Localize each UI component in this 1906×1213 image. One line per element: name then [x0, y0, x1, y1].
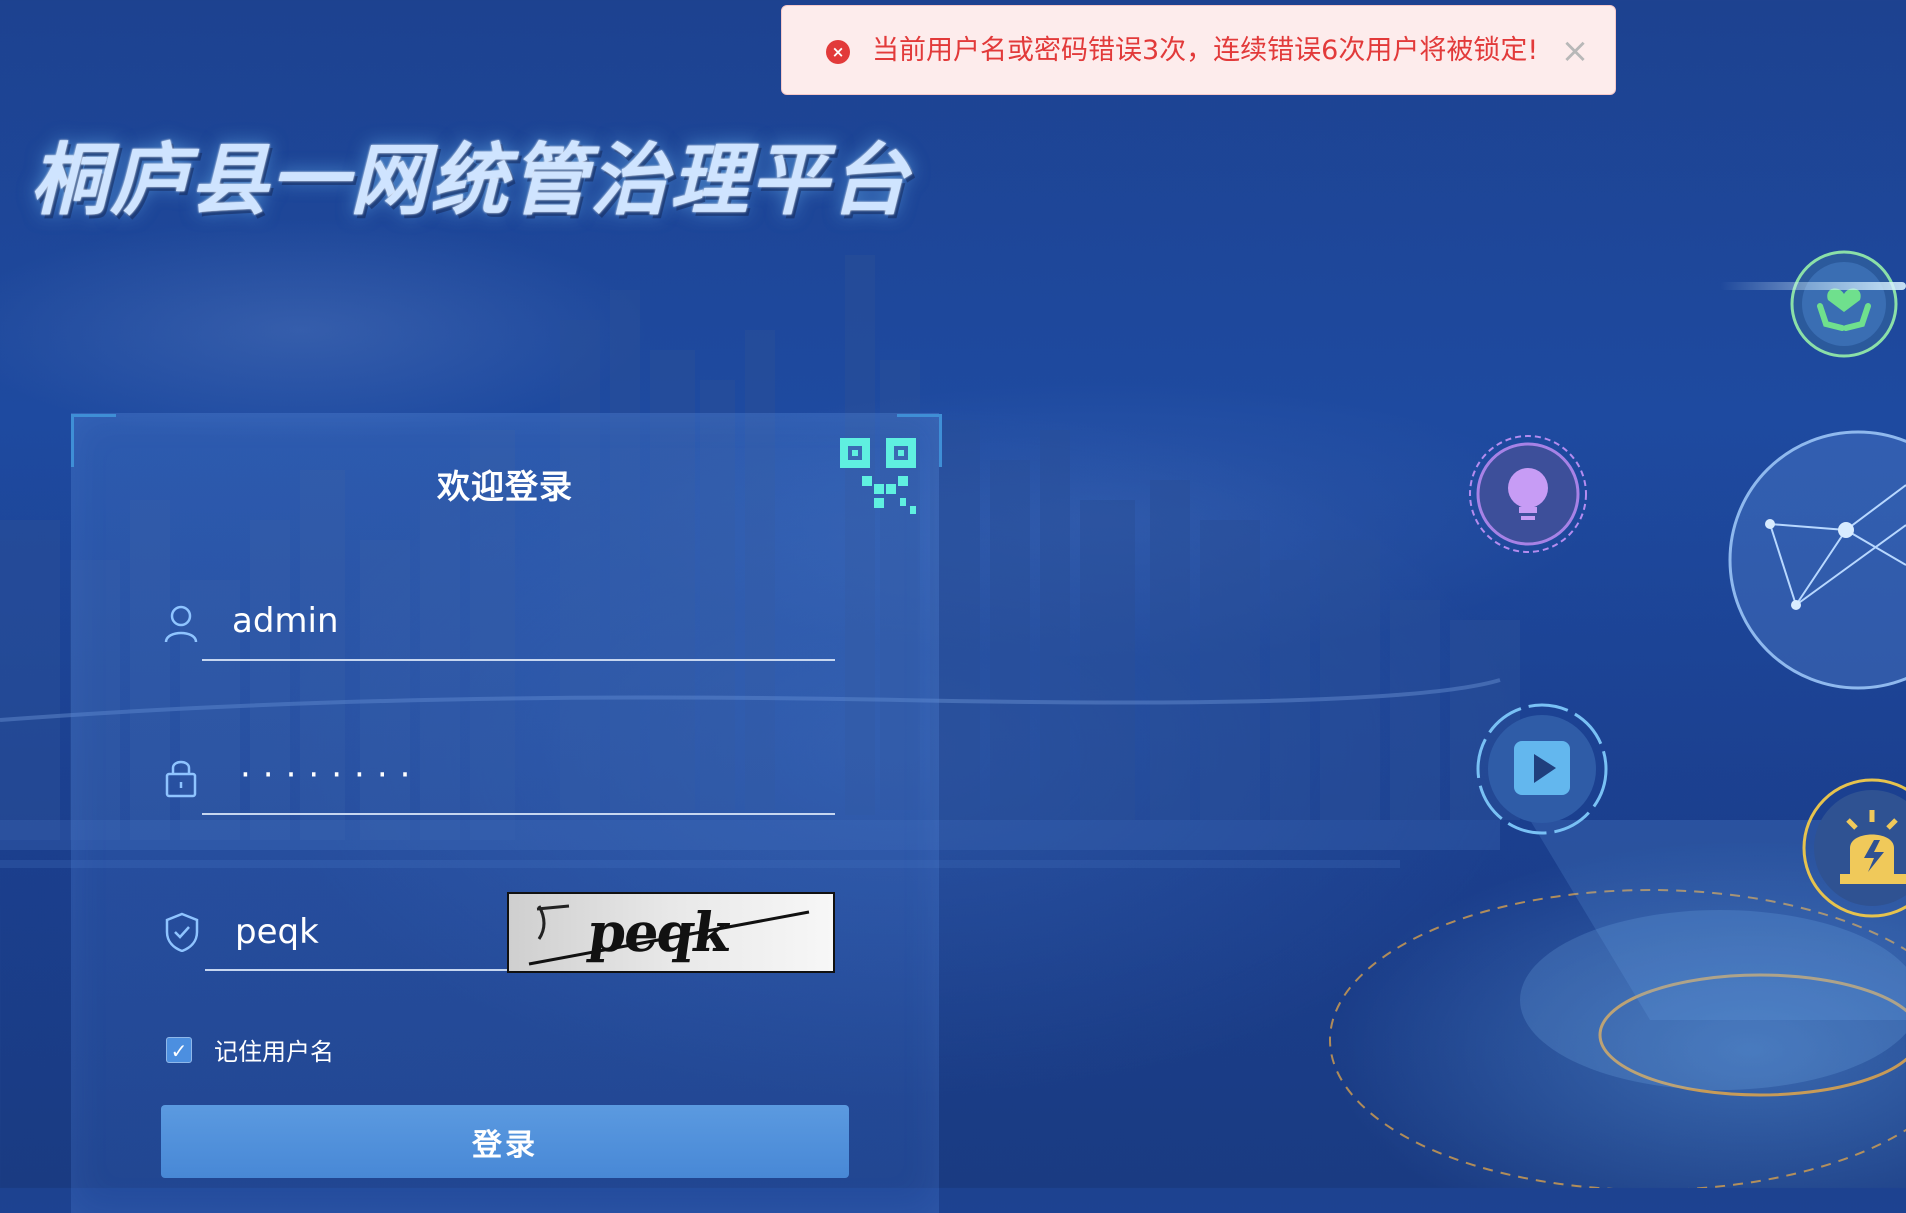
alarm-light-icon: [1802, 778, 1906, 918]
panel-corner-top-left: [71, 414, 116, 467]
remember-username-checkbox[interactable]: ✓ 记住用户名: [166, 1032, 334, 1067]
error-toast: × 当前用户名或密码错误3次，连续错误6次用户将被锁定! ×: [781, 5, 1616, 95]
captcha-input[interactable]: [235, 907, 495, 957]
network-globe-icon: [1728, 430, 1906, 690]
lightbulb-icon: [1469, 435, 1587, 553]
error-circle-icon: ×: [826, 40, 850, 64]
user-icon: [164, 605, 198, 643]
captcha-underline: [205, 969, 507, 971]
password-input[interactable]: [240, 750, 820, 800]
remember-username-label: 记住用户名: [214, 1038, 334, 1066]
light-streak: [1720, 282, 1906, 290]
play-icon: [1476, 703, 1608, 835]
shield-check-icon: [165, 912, 199, 952]
toast-message: 当前用户名或密码错误3次，连续错误6次用户将被锁定!: [872, 35, 1539, 66]
login-button[interactable]: 登录: [161, 1105, 849, 1178]
hands-heart-icon: [1790, 250, 1898, 358]
checkbox-checked-icon[interactable]: ✓: [166, 1036, 192, 1063]
password-underline: [202, 813, 835, 815]
lock-icon: [165, 760, 197, 798]
qr-code-icon[interactable]: [838, 436, 918, 516]
username-input[interactable]: [232, 596, 832, 646]
login-title: 欢迎登录: [437, 467, 573, 506]
page-title: 桐庐县一网统管治理平台: [30, 136, 911, 226]
captcha-image[interactable]: peqk: [507, 892, 835, 973]
close-icon[interactable]: ×: [1560, 33, 1590, 69]
captcha-image-text: peqk: [584, 900, 733, 964]
username-underline: [202, 659, 835, 661]
